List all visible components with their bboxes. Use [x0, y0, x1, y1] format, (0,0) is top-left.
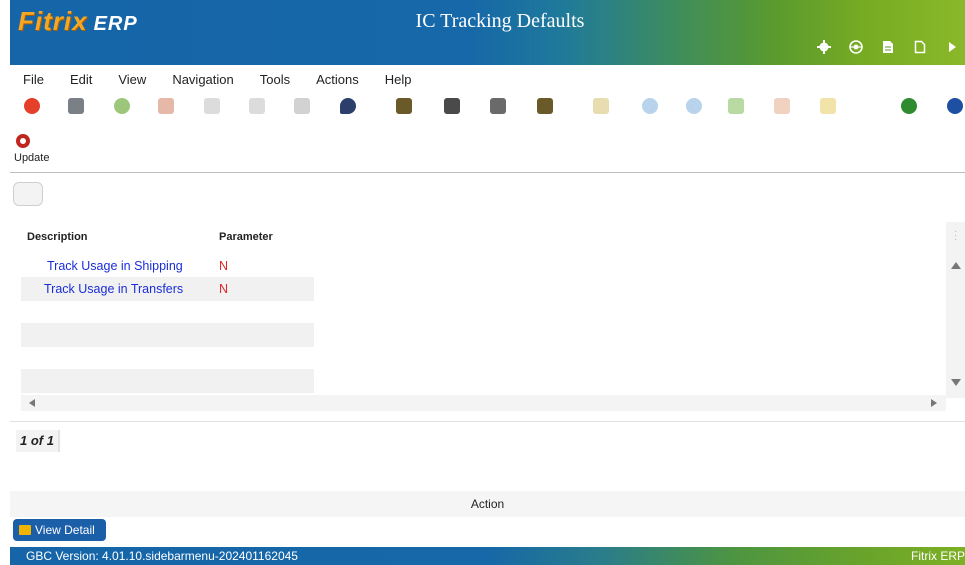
logo-suffix: ERP: [93, 13, 138, 35]
fitrix-logo: Fitrix ERP: [18, 6, 138, 37]
page-title: IC Tracking Defaults: [415, 10, 585, 32]
view-detail-label: View Detail: [35, 523, 95, 537]
table-row-empty: [21, 323, 314, 347]
cell-description[interactable]: Track Usage in Shipping: [47, 259, 183, 273]
menu-navigation[interactable]: Navigation: [159, 72, 246, 87]
app-header: Fitrix ERP IC Tracking Defaults: [10, 0, 965, 65]
menu-tools[interactable]: Tools: [247, 72, 303, 87]
form-icon[interactable]: [593, 98, 609, 114]
attach-icon[interactable]: [444, 98, 460, 114]
toolbar: [10, 94, 965, 122]
document-icon[interactable]: [879, 38, 897, 56]
new-page-icon[interactable]: [911, 38, 929, 56]
calendar-icon[interactable]: [396, 98, 412, 114]
view-detail-button[interactable]: View Detail: [13, 519, 106, 541]
grid-icon[interactable]: [294, 98, 310, 114]
page-indicator: 1 of 1: [16, 430, 60, 452]
up-arrow-icon[interactable]: [686, 98, 702, 114]
paste-icon[interactable]: [249, 98, 265, 114]
zoom-out-icon[interactable]: [774, 98, 790, 114]
scroll-left-icon[interactable]: [29, 399, 35, 407]
column-menu-icon[interactable]: · · ·: [954, 227, 957, 245]
table-divider: [10, 421, 965, 422]
checklist-icon[interactable]: [537, 98, 553, 114]
logo-main: Fitrix: [18, 6, 88, 36]
menu-edit[interactable]: Edit: [57, 72, 105, 87]
version-text: GBC Version: 4.01.10.sidebarmenu-2024011…: [26, 549, 298, 563]
edit-doc-icon[interactable]: [490, 98, 506, 114]
header-toolbar: [815, 38, 961, 56]
left-edge: [0, 0, 10, 565]
down-arrow-icon[interactable]: [642, 98, 658, 114]
table-row[interactable]: Track Usage in Shipping N: [21, 254, 314, 278]
refresh-icon[interactable]: [901, 98, 917, 114]
scroll-right-icon[interactable]: [931, 399, 937, 407]
table-row-empty: [21, 300, 314, 324]
help-icon[interactable]: [947, 98, 963, 114]
update-icon: [16, 134, 30, 148]
status-bar: GBC Version: 4.01.10.sidebarmenu-2024011…: [10, 547, 965, 565]
vertical-scrollbar[interactable]: · · ·: [946, 222, 965, 398]
action-bar-label: Action: [470, 497, 505, 511]
table-row[interactable]: Track Usage in Transfers N: [21, 277, 314, 301]
update-button[interactable]: Update: [14, 134, 54, 172]
toolbar-divider: [10, 172, 965, 173]
column-header-parameter[interactable]: Parameter: [219, 231, 273, 243]
action-bar: Action: [10, 491, 965, 517]
table-row-empty: [21, 346, 314, 370]
view-detail-icon: [19, 525, 31, 535]
accept-icon[interactable]: [114, 98, 130, 114]
cell-parameter[interactable]: N: [219, 259, 228, 273]
app-window: Fitrix ERP IC Tracking Defaults File Edit…: [0, 0, 965, 565]
column-header-description[interactable]: Description: [27, 231, 88, 243]
play-icon[interactable]: [943, 38, 961, 56]
power-icon[interactable]: [24, 98, 40, 114]
menu-actions[interactable]: Actions: [303, 72, 372, 87]
blank-button[interactable]: [13, 182, 43, 206]
cell-parameter[interactable]: N: [219, 282, 228, 296]
search-icon[interactable]: [340, 98, 356, 114]
cancel-icon[interactable]: [158, 98, 174, 114]
horizontal-scrollbar[interactable]: [21, 395, 946, 411]
zoom-in-icon[interactable]: [728, 98, 744, 114]
bar-chart-icon[interactable]: [820, 98, 836, 114]
scroll-down-icon[interactable]: [951, 379, 961, 386]
menu-help[interactable]: Help: [372, 72, 425, 87]
duplicate-icon[interactable]: [204, 98, 220, 114]
table-row-empty: [21, 369, 314, 393]
brand-text: Fitrix ERP: [911, 549, 965, 563]
cell-description[interactable]: Track Usage in Transfers: [44, 282, 183, 296]
gear-icon[interactable]: [815, 38, 833, 56]
copy-icon[interactable]: [68, 98, 84, 114]
menu-bar: File Edit View Navigation Tools Actions …: [10, 67, 965, 91]
menu-file[interactable]: File: [10, 72, 57, 87]
update-label: Update: [14, 152, 50, 164]
globe-icon[interactable]: [847, 38, 865, 56]
scroll-up-icon[interactable]: [951, 262, 961, 269]
menu-view[interactable]: View: [105, 72, 159, 87]
